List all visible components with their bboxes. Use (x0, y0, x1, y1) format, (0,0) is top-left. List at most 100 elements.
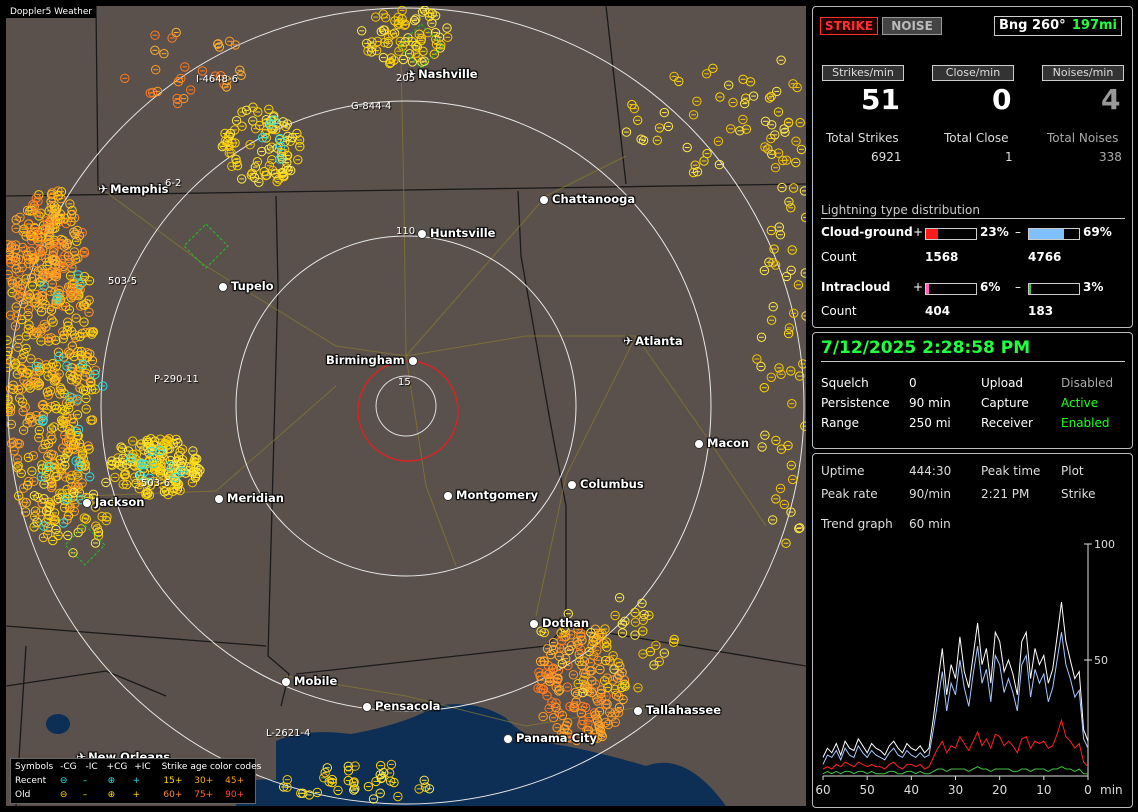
city-name: Atlanta (635, 334, 683, 348)
peak-rate-value: 90/min (909, 487, 951, 501)
trend-y-tick-label: 100 (1094, 538, 1115, 551)
plot-value[interactable]: Strike (1061, 487, 1096, 501)
city-name: Columbus (580, 477, 644, 491)
peak-time-label: Peak time (981, 464, 1041, 478)
city-dot-icon (633, 705, 643, 716)
city-dot-icon (417, 228, 427, 239)
bearing-distance: 197mi (1071, 18, 1117, 33)
legend-recent-age-2: 30+ (194, 776, 214, 786)
peak-time-value: 2:21 PM (981, 487, 1030, 501)
legend-ic-pos-recent-icon: + (132, 776, 141, 786)
storm-cell-outline (183, 223, 229, 269)
noises-per-min-button[interactable]: Noises/min (1042, 65, 1124, 81)
ic-pos-sign: + (913, 280, 924, 294)
city-dot-icon (82, 497, 92, 508)
city-name: Tallahassee (646, 703, 722, 717)
ic-neg-sign: – (1015, 280, 1021, 294)
legend-old-row: Old ⊖ – ⊕ + 60+ 75+ 90+ (15, 790, 244, 800)
state-boundary (295, 625, 567, 675)
cg-pos-pct: 23% (980, 225, 1009, 239)
city-marker-tallahassee: Tallahassee (633, 703, 721, 717)
city-name: Birmingham (326, 353, 405, 367)
noise-mode-button[interactable]: NOISE (882, 17, 942, 35)
city-name: Nashville (418, 67, 478, 81)
city-marker-chattanooga: Chattanooga (539, 192, 635, 206)
receiver-label: Receiver (981, 416, 1033, 430)
city-name: Mobile (294, 674, 338, 688)
state-boundary (95, 6, 99, 187)
city-marker-pensacola: Pensacola (362, 699, 440, 713)
cg-pos-count: 1568 (925, 250, 959, 264)
strike-mode-button[interactable]: STRIKE (820, 17, 878, 35)
strikes-per-min-button[interactable]: Strikes/min (822, 65, 904, 81)
trend-y-tick-label: 50 (1094, 654, 1108, 667)
storm-track-label: 110 (396, 226, 416, 237)
lightning-map[interactable]: Doppler5 Weather ✈ Nashville ✈ Memphis Chatt… (6, 6, 806, 806)
map-canvas (6, 6, 806, 806)
storm-track-label: 503-6 (141, 478, 171, 489)
legend-cg-pos-recent-icon: ⊕ (107, 776, 116, 786)
total-strikes-value: 6921 (871, 150, 902, 164)
range-label: Range (821, 416, 860, 430)
trend-series-line-0 (822, 601, 1089, 758)
storm-track-label: 205 (396, 73, 416, 84)
trend-x-tick-label: 20 (992, 783, 1007, 797)
city-marker-panama-city: Panama City (503, 731, 597, 745)
city-marker-meridian: Meridian (214, 491, 284, 505)
storm-track-label: P-290-11 (154, 374, 199, 385)
cg-pos-sign: + (913, 225, 924, 239)
city-marker-huntsville: Huntsville (417, 226, 495, 240)
legend-cg-neg-label: -CG (60, 762, 77, 772)
legend-symbols-label: Symbols (15, 762, 54, 772)
state-boundary (6, 625, 267, 647)
cg-neg-sign: – (1015, 225, 1021, 239)
cg-neg-count: 4766 (1028, 250, 1062, 264)
cg-neg-pct: 69% (1083, 225, 1112, 239)
legend-old-age-3: 90+ (225, 790, 245, 800)
city-dot-icon (407, 355, 418, 366)
city-dot-icon (503, 733, 513, 744)
ic-neg-count: 183 (1028, 304, 1054, 318)
ic-pos-bar (925, 283, 977, 295)
state-boundary (517, 190, 567, 626)
ic-neg-pct: 3% (1083, 280, 1104, 294)
city-name: Memphis (110, 182, 169, 196)
trend-series-line-1 (822, 632, 1089, 765)
trend-x-tick-label: 0 (1084, 783, 1092, 797)
city-marker-jackson: Jackson (82, 495, 144, 509)
city-name: Huntsville (430, 226, 496, 240)
city-name: Dothan (542, 616, 590, 630)
bearing-value: Bng 260° (999, 18, 1066, 33)
peak-rate-label: Peak rate (821, 487, 878, 501)
city-marker-montgomery: Montgomery (443, 488, 538, 502)
city-marker-dothan: Dothan (529, 616, 589, 630)
city-dot-icon (443, 490, 453, 501)
road (97, 185, 636, 357)
legend-cg-neg-old-icon: ⊖ (59, 790, 68, 800)
city-name: Meridian (227, 491, 284, 505)
trend-x-tick-label: 30 (948, 783, 963, 797)
settings-divider (821, 361, 1125, 362)
persistence-label: Persistence (821, 396, 890, 410)
city-name: Jackson (95, 495, 145, 509)
trend-x-tick-label: 40 (904, 783, 919, 797)
storm-track-label: 6-2 (165, 178, 182, 189)
trend-graph-label: Trend graph (821, 517, 893, 531)
trend-x-tick-label: 50 (860, 783, 875, 797)
ic-count-label: Count (821, 304, 857, 318)
storm-track-label: I-4648-6 (196, 74, 238, 85)
upload-label: Upload (981, 376, 1024, 390)
state-boundary (267, 195, 290, 707)
capture-label: Capture (981, 396, 1029, 410)
trend-x-unit-label: min (1100, 783, 1123, 797)
distribution-divider (821, 218, 1125, 219)
cg-neg-bar-fill (1029, 229, 1064, 239)
road (405, 155, 627, 357)
storm-track-label: L-2621-4 (266, 728, 311, 739)
city-marker-columbus: Columbus (567, 477, 644, 491)
state-boundary (6, 670, 167, 697)
total-noises-value: 338 (1099, 150, 1122, 164)
ic-neg-bar (1028, 283, 1080, 295)
close-per-min-button[interactable]: Close/min (932, 65, 1014, 81)
uptime-value: 444:30 (909, 464, 952, 478)
